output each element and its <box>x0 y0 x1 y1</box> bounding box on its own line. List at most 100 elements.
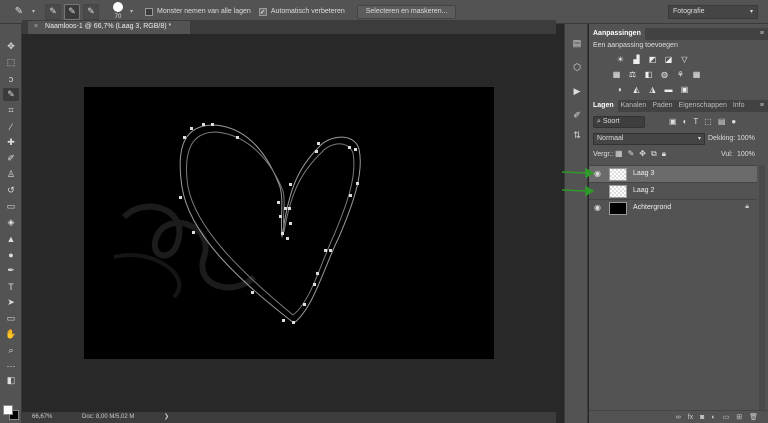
crop-tool-icon[interactable]: ⌗ <box>3 104 19 117</box>
eye-icon[interactable]: ◉ <box>594 203 604 213</box>
lock-position-icon[interactable]: ✥ <box>639 149 646 159</box>
shape-filter-icon[interactable]: ⬚ <box>704 116 712 128</box>
lasso-tool-icon[interactable]: ↄ <box>3 72 19 85</box>
gradient-map-icon[interactable]: ▬ <box>663 84 674 94</box>
vibrance-icon[interactable]: ▽ <box>679 54 690 64</box>
eyedropper-tool-icon[interactable]: ⁄ <box>3 120 19 133</box>
tab-paths[interactable]: Paden <box>649 100 675 112</box>
checkbox-checked-icon[interactable]: ✓ <box>258 7 267 16</box>
learn-panel-icon[interactable]: ▤ <box>569 36 585 50</box>
select-and-mask-button[interactable]: Selecteren en maskeren... <box>356 4 457 19</box>
posterize-icon[interactable]: ◭ <box>631 84 642 94</box>
pen-tool-icon[interactable]: ✒ <box>3 264 19 277</box>
layer-name[interactable]: Laag 3 <box>633 169 654 179</box>
hand-tool-icon[interactable]: ✋ <box>3 328 19 341</box>
workspace-select[interactable]: Fotografie ▾ <box>668 5 758 19</box>
dodge-tool-icon[interactable]: ● <box>3 248 19 261</box>
photo-filter-icon[interactable]: ◍ <box>659 69 670 79</box>
lock-artboard-icon[interactable]: ⧉ <box>651 149 657 159</box>
type-filter-icon[interactable]: T <box>693 116 698 128</box>
panel-menu-icon[interactable]: ≡ <box>760 100 764 112</box>
document-tab[interactable]: × Naamloos-1 @ 66,7% (Laag 3, RGB/8) * <box>28 21 190 34</box>
checkbox-box[interactable] <box>145 7 154 16</box>
panel-menu-icon[interactable]: ≡ <box>760 28 764 40</box>
new-layer-icon[interactable]: ⊞ <box>736 413 742 421</box>
new-group-icon[interactable]: ▭ <box>723 413 730 421</box>
layer-style-icon[interactable]: fx <box>688 414 693 421</box>
opacity-value[interactable]: 100% <box>737 133 757 145</box>
type-tool-icon[interactable]: T <box>3 280 19 293</box>
channel-mixer-icon[interactable]: ⚘ <box>675 69 686 79</box>
zoom-tool-icon[interactable]: ⌕ <box>3 344 19 357</box>
tab-info[interactable]: Info <box>730 100 748 112</box>
quick-selection-tool-icon[interactable]: ✎ <box>8 4 30 20</box>
foreground-color-swatch[interactable] <box>3 405 13 415</box>
layer-row-laag-3[interactable]: ◉ Laag 3 <box>589 165 757 182</box>
layer-name[interactable]: Laag 2 <box>633 186 654 196</box>
tab-channels[interactable]: Kanalen <box>618 100 650 112</box>
lock-all-icon[interactable]: 🔒︎ <box>662 149 666 159</box>
lock-paint-icon[interactable]: ✎ <box>628 149 635 159</box>
lock-transparent-icon[interactable]: ▦ <box>615 149 623 159</box>
tool-preset-caret-icon[interactable]: ▾ <box>32 8 35 15</box>
tab-properties[interactable]: Eigenschappen <box>676 100 730 112</box>
brush-caret-icon[interactable]: ▾ <box>130 8 133 15</box>
sample-all-layers-checkbox[interactable]: Monster nemen van alle lagen <box>145 7 251 16</box>
clone-stamp-tool-icon[interactable]: ♙ <box>3 168 19 181</box>
auto-enhance-checkbox[interactable]: ✓ Automatisch verbeteren <box>258 7 345 16</box>
rectangle-tool-icon[interactable]: ▭ <box>3 312 19 325</box>
curves-icon[interactable]: ◩ <box>647 54 658 64</box>
smart-object-filter-icon[interactable]: ▤ <box>718 116 726 128</box>
move-tool-icon[interactable]: ✥ <box>3 40 19 53</box>
eraser-tool-icon[interactable]: ▭ <box>3 200 19 213</box>
new-adjustment-icon[interactable]: ◐ <box>711 414 715 421</box>
healing-brush-tool-icon[interactable]: ✚ <box>3 136 19 149</box>
tab-layers[interactable]: Lagen <box>589 100 618 112</box>
marquee-tool-icon[interactable]: ⬚ <box>3 56 19 69</box>
new-selection-button[interactable]: ✎ <box>45 3 62 20</box>
adjustments-tab[interactable]: Aanpassingen <box>589 28 645 40</box>
default-colors-icon[interactable]: ◧ <box>3 374 19 387</box>
brush-settings-icon[interactable]: ✐ <box>569 108 585 122</box>
black-white-icon[interactable]: ◧ <box>643 69 654 79</box>
invert-icon[interactable]: ◐ <box>615 84 626 94</box>
subtract-from-selection-button[interactable]: ✎ <box>83 3 100 20</box>
blend-mode-select[interactable]: Normaal ▾ <box>593 133 705 145</box>
more-tools-icon[interactable]: ⋯ <box>3 360 19 373</box>
selective-color-icon[interactable]: ▣ <box>679 84 690 94</box>
brightness-icon[interactable]: ☀ <box>615 54 626 64</box>
zoom-level[interactable]: 66,67% <box>32 412 52 423</box>
path-selection-tool-icon[interactable]: ➤ <box>3 296 19 309</box>
layer-filter-select[interactable]: ⌕ Soort <box>593 116 645 128</box>
actions-play-icon[interactable]: ▶ <box>569 84 585 98</box>
chevron-right-icon[interactable]: ❯ <box>164 412 169 423</box>
color-lookup-icon[interactable]: ▦ <box>691 69 702 79</box>
levels-icon[interactable]: ▟ <box>631 54 642 64</box>
quick-selection-tool-icon[interactable]: ✎ <box>3 88 19 101</box>
close-icon[interactable]: × <box>34 23 38 30</box>
layer-row-achtergrond[interactable]: ◉ Achtergrond 🔒︎ <box>589 199 757 216</box>
adjustment-filter-icon[interactable]: ◐ <box>683 116 688 128</box>
color-balance-icon[interactable]: ⚖ <box>627 69 638 79</box>
filter-toggle-icon[interactable]: ● <box>731 116 736 128</box>
add-to-selection-button[interactable]: ✎ <box>64 3 81 20</box>
hue-saturation-icon[interactable]: ▦ <box>611 69 622 79</box>
trash-icon[interactable]: 🗑︎ <box>749 413 758 421</box>
add-mask-icon[interactable]: ◙ <box>700 414 704 421</box>
pixel-filter-icon[interactable]: ▣ <box>669 116 677 128</box>
3d-panel-icon[interactable]: ⬡ <box>569 60 585 74</box>
layers-scrollbar[interactable] <box>759 165 765 410</box>
blur-tool-icon[interactable]: ▲ <box>3 232 19 245</box>
link-layers-icon[interactable]: ∞ <box>676 414 681 421</box>
layer-name[interactable]: Achtergrond <box>633 203 671 213</box>
brush-tool-icon[interactable]: ✐ <box>3 152 19 165</box>
fill-value[interactable]: 100% <box>737 149 755 161</box>
paint-bucket-tool-icon[interactable]: ◈ <box>3 216 19 229</box>
history-brush-tool-icon[interactable]: ↺ <box>3 184 19 197</box>
canvas-area[interactable] <box>22 34 556 412</box>
adjustments-sliders-icon[interactable]: ⇅ <box>569 128 585 142</box>
document-canvas[interactable] <box>84 87 494 359</box>
layer-row-laag-2[interactable]: Laag 2 <box>589 182 757 199</box>
threshold-icon[interactable]: ◮ <box>647 84 658 94</box>
exposure-icon[interactable]: ◪ <box>663 54 674 64</box>
